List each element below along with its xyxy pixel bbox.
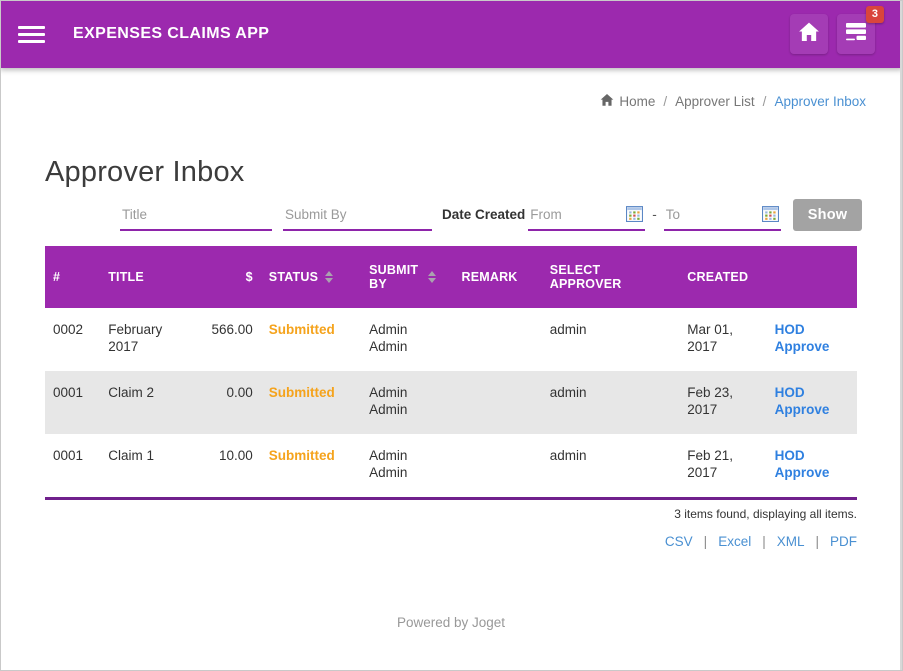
export-separator: | [815,534,819,549]
inbox-count-badge: 3 [866,6,884,23]
cell-action: HOD Approve [767,371,857,434]
table-header-row: # TITLE $ STATUS SUBMIT BY [45,246,857,308]
column-header-submit-by[interactable]: SUBMIT BY [361,246,453,308]
column-header-select-approver: SELECT APPROVER [542,246,680,308]
status-badge: Submitted [261,308,361,371]
export-csv-link[interactable]: CSV [665,534,693,549]
cell-action: HOD Approve [767,434,857,497]
cell-title: Claim 1 [100,434,200,497]
cell-title: Claim 2 [100,371,200,434]
home-icon [798,21,820,48]
table-row[interactable]: 0001 Claim 2 0.00 Submitted Admin Admin … [45,371,857,434]
column-header-status[interactable]: STATUS [261,246,361,308]
table-row[interactable]: 0001 Claim 1 10.00 Submitted Admin Admin… [45,434,857,497]
cell-remark [453,308,541,371]
column-header-created: CREATED [679,246,766,308]
column-header-title: TITLE [100,246,200,308]
cell-amount: 566.00 [201,308,261,371]
date-from-input[interactable] [528,201,624,229]
cell-amount: 10.00 [201,434,261,497]
export-excel-link[interactable]: Excel [718,534,751,549]
breadcrumb-approver-inbox[interactable]: Approver Inbox [774,94,866,109]
export-pdf-link[interactable]: PDF [830,534,857,549]
cell-select-approver: admin [542,434,680,497]
cell-num: 0001 [45,434,100,497]
cell-submit-by: Admin Admin [361,371,453,434]
sort-icon [428,271,436,283]
breadcrumb-home[interactable]: Home [600,93,655,110]
home-icon [600,93,614,110]
cell-title: February 2017 [100,308,200,371]
hod-approve-link[interactable]: HOD Approve [775,448,849,482]
cell-created: Feb 23, 2017 [679,371,766,434]
inbox-icon [843,19,869,50]
breadcrumb-separator: / [663,94,667,109]
export-separator: | [704,534,708,549]
column-header-remark: REMARK [453,246,541,308]
cell-remark [453,434,541,497]
cell-select-approver: admin [542,371,680,434]
column-header-status-label: STATUS [269,270,318,284]
app-title: EXPENSES CLAIMS APP [73,25,269,43]
cell-amount: 0.00 [201,371,261,434]
cell-submit-by: Admin Admin [361,434,453,497]
column-header-num: # [45,246,100,308]
home-button[interactable] [790,14,828,54]
powered-by-text: Powered by Joget [45,615,857,630]
breadcrumb-approver-list[interactable]: Approver List [675,94,755,109]
hamburger-menu-icon[interactable] [18,26,45,43]
cell-num: 0002 [45,308,100,371]
table-row[interactable]: 0002 February 2017 566.00 Submitted Admi… [45,308,857,371]
column-header-action [767,246,857,308]
sort-icon [325,271,333,283]
cell-created: Feb 21, 2017 [679,434,766,497]
calendar-icon[interactable] [624,205,645,225]
date-range-separator: - [652,207,657,222]
column-header-amount: $ [201,246,261,308]
export-xml-link[interactable]: XML [777,534,805,549]
main-content: Approver Inbox Date Created - [0,156,903,630]
cell-remark [453,371,541,434]
breadcrumb-separator: / [763,94,767,109]
status-badge: Submitted [261,434,361,497]
title-filter-input[interactable] [120,201,272,231]
column-header-submit-by-label: SUBMIT BY [369,263,421,291]
cell-action: HOD Approve [767,308,857,371]
cell-created: Mar 01, 2017 [679,308,766,371]
date-to-input[interactable] [664,201,760,229]
status-badge: Submitted [261,371,361,434]
inbox-button[interactable]: 3 [837,14,875,54]
items-found-summary: 3 items found, displaying all items. [45,507,857,521]
export-separator: | [762,534,766,549]
hod-approve-link[interactable]: HOD Approve [775,322,849,356]
submit-by-filter-input[interactable] [283,201,432,231]
cell-submit-by: Admin Admin [361,308,453,371]
export-links: CSV | Excel | XML | PDF [45,534,857,549]
calendar-icon[interactable] [760,205,781,225]
hod-approve-link[interactable]: HOD Approve [775,385,849,419]
approver-inbox-table: # TITLE $ STATUS SUBMIT BY [45,246,857,500]
breadcrumb: Home / Approver List / Approver Inbox [0,68,903,110]
app-header: EXPENSES CLAIMS APP 3 [0,0,903,68]
date-from-field [528,201,645,231]
show-button[interactable]: Show [793,199,862,231]
filter-bar: Date Created - [120,199,857,231]
column-header-select-approver-label: SELECT APPROVER [550,263,640,291]
page-title: Approver Inbox [45,156,857,189]
cell-num: 0001 [45,371,100,434]
date-created-label: Date Created [442,207,525,222]
breadcrumb-home-label: Home [619,94,655,109]
cell-select-approver: admin [542,308,680,371]
date-to-field [664,201,781,231]
header-actions: 3 [790,14,889,54]
